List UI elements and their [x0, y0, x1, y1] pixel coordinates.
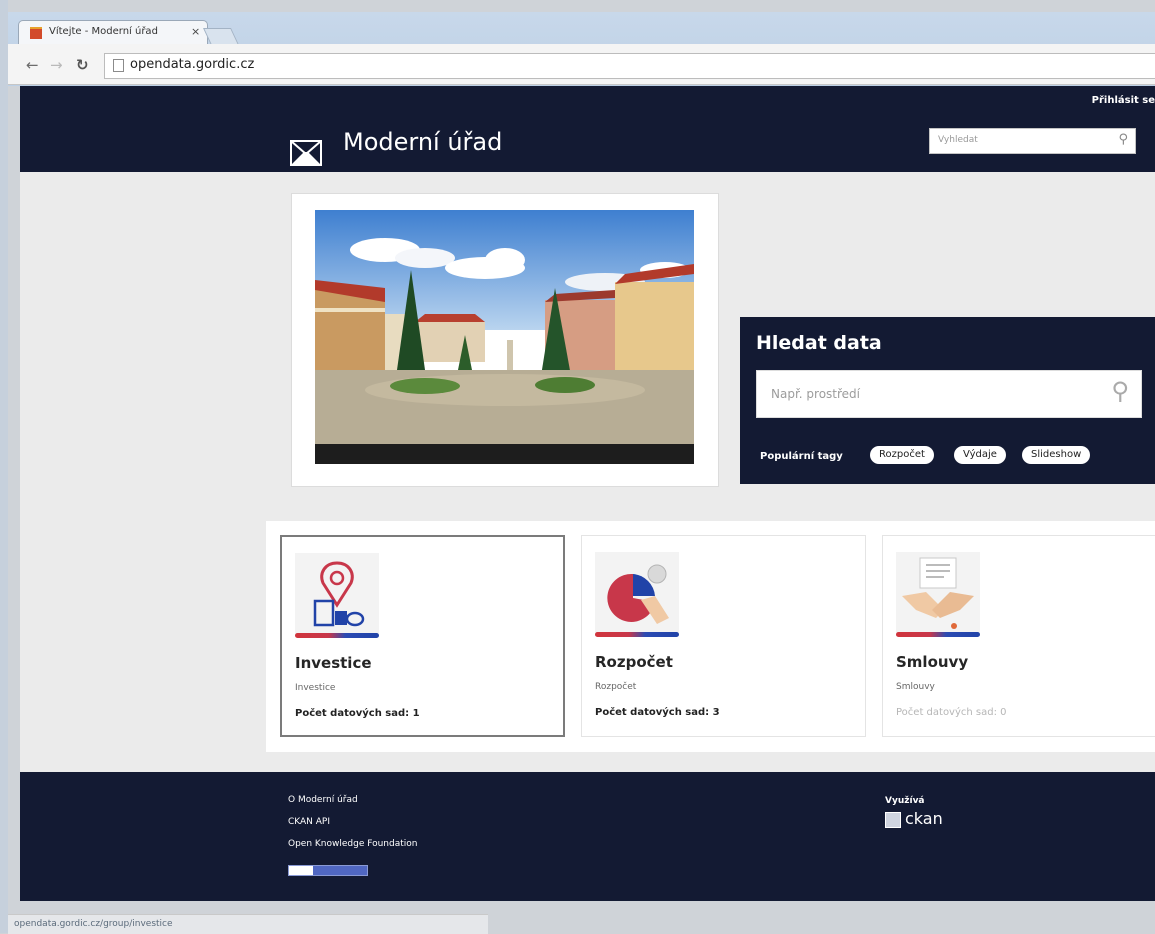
group-title[interactable]: Rozpočet — [595, 653, 673, 671]
footer-link-ckan-api[interactable]: CKAN API — [288, 817, 330, 827]
window-border — [0, 0, 8, 933]
tag-slideshow[interactable]: Slideshow — [1022, 446, 1091, 464]
favicon-icon — [30, 27, 42, 39]
tag-vydaje[interactable]: Výdaje — [954, 446, 1006, 464]
search-icon[interactable]: ⚲ — [1118, 132, 1128, 147]
badge-left — [289, 866, 311, 875]
header-search-placeholder: Vyhledat — [938, 135, 978, 145]
handshake-icon — [896, 552, 980, 634]
status-url: opendata.gordic.cz/group/investice — [14, 919, 173, 929]
group-list: Investice Investice Počet datových sad: … — [266, 521, 1155, 752]
reload-icon[interactable]: ↻ — [76, 56, 89, 74]
address-bar[interactable]: opendata.gordic.cz — [104, 53, 1155, 79]
url-text: opendata.gordic.cz — [130, 57, 255, 72]
group-subtitle: Smlouvy — [896, 682, 935, 692]
group-dataset-count: Počet datových sad: 3 — [595, 707, 720, 718]
ckan-link[interactable]: ckan — [905, 809, 943, 828]
back-icon[interactable]: ← — [26, 56, 39, 74]
open-data-badge[interactable] — [288, 865, 368, 876]
browser-tab[interactable]: Vítejte - Moderní úřad × — [18, 20, 208, 45]
group-dataset-count: Počet datových sad: 1 — [295, 708, 420, 719]
pie-chart-icon — [595, 552, 679, 634]
tab-close-icon[interactable]: × — [191, 25, 200, 38]
tab-title: Vítejte - Moderní úřad — [49, 26, 158, 37]
group-accent-bar — [896, 632, 980, 637]
browser-status-bar: opendata.gordic.cz/group/investice — [8, 914, 488, 934]
powered-by-label: Využívá — [885, 796, 925, 806]
site-brand[interactable]: Moderní úřad — [343, 128, 502, 156]
group-card-smlouvy[interactable]: Smlouvy Smlouvy Počet datových sad: 0 — [882, 535, 1155, 737]
group-dataset-count: Počet datových sad: 0 — [896, 707, 1007, 718]
town-square-photo — [315, 210, 694, 464]
site-footer: O Moderní úřad CKAN API Open Knowledge F… — [20, 772, 1155, 901]
footer-link-about[interactable]: O Moderní úřad — [288, 795, 358, 805]
tag-rozpocet[interactable]: Rozpočet — [870, 446, 934, 464]
header-search-input[interactable]: Vyhledat ⚲ — [929, 128, 1136, 154]
group-title[interactable]: Investice — [295, 654, 372, 672]
group-subtitle: Rozpočet — [595, 682, 637, 692]
group-accent-bar — [595, 632, 679, 637]
envelope-logo-icon — [290, 140, 322, 166]
popular-tags-label: Populární tagy — [760, 451, 843, 462]
page-icon — [113, 59, 124, 72]
login-link[interactable]: Přihlásit se — [1092, 95, 1155, 106]
group-subtitle: Investice — [295, 683, 336, 693]
ckan-logo-icon — [885, 812, 901, 828]
badge-right — [313, 866, 367, 875]
group-card-investice[interactable]: Investice Investice Počet datových sad: … — [280, 535, 565, 737]
group-card-rozpocet[interactable]: Rozpočet Rozpočet Počet datových sad: 3 — [581, 535, 866, 737]
dataset-search-placeholder: Např. prostředí — [771, 387, 860, 401]
search-icon[interactable]: ⚲ — [1111, 377, 1129, 405]
group-title[interactable]: Smlouvy — [896, 653, 968, 671]
group-accent-bar — [295, 633, 379, 638]
footer-link-okfn[interactable]: Open Knowledge Foundation — [288, 839, 417, 849]
search-panel-title: Hledat data — [756, 332, 882, 354]
dataset-search-panel: Hledat data Např. prostředí ⚲ Populární … — [740, 317, 1155, 484]
forward-icon[interactable]: → — [50, 56, 63, 74]
dataset-search-input[interactable]: Např. prostředí ⚲ — [756, 370, 1142, 418]
location-pin-icon — [295, 553, 379, 635]
